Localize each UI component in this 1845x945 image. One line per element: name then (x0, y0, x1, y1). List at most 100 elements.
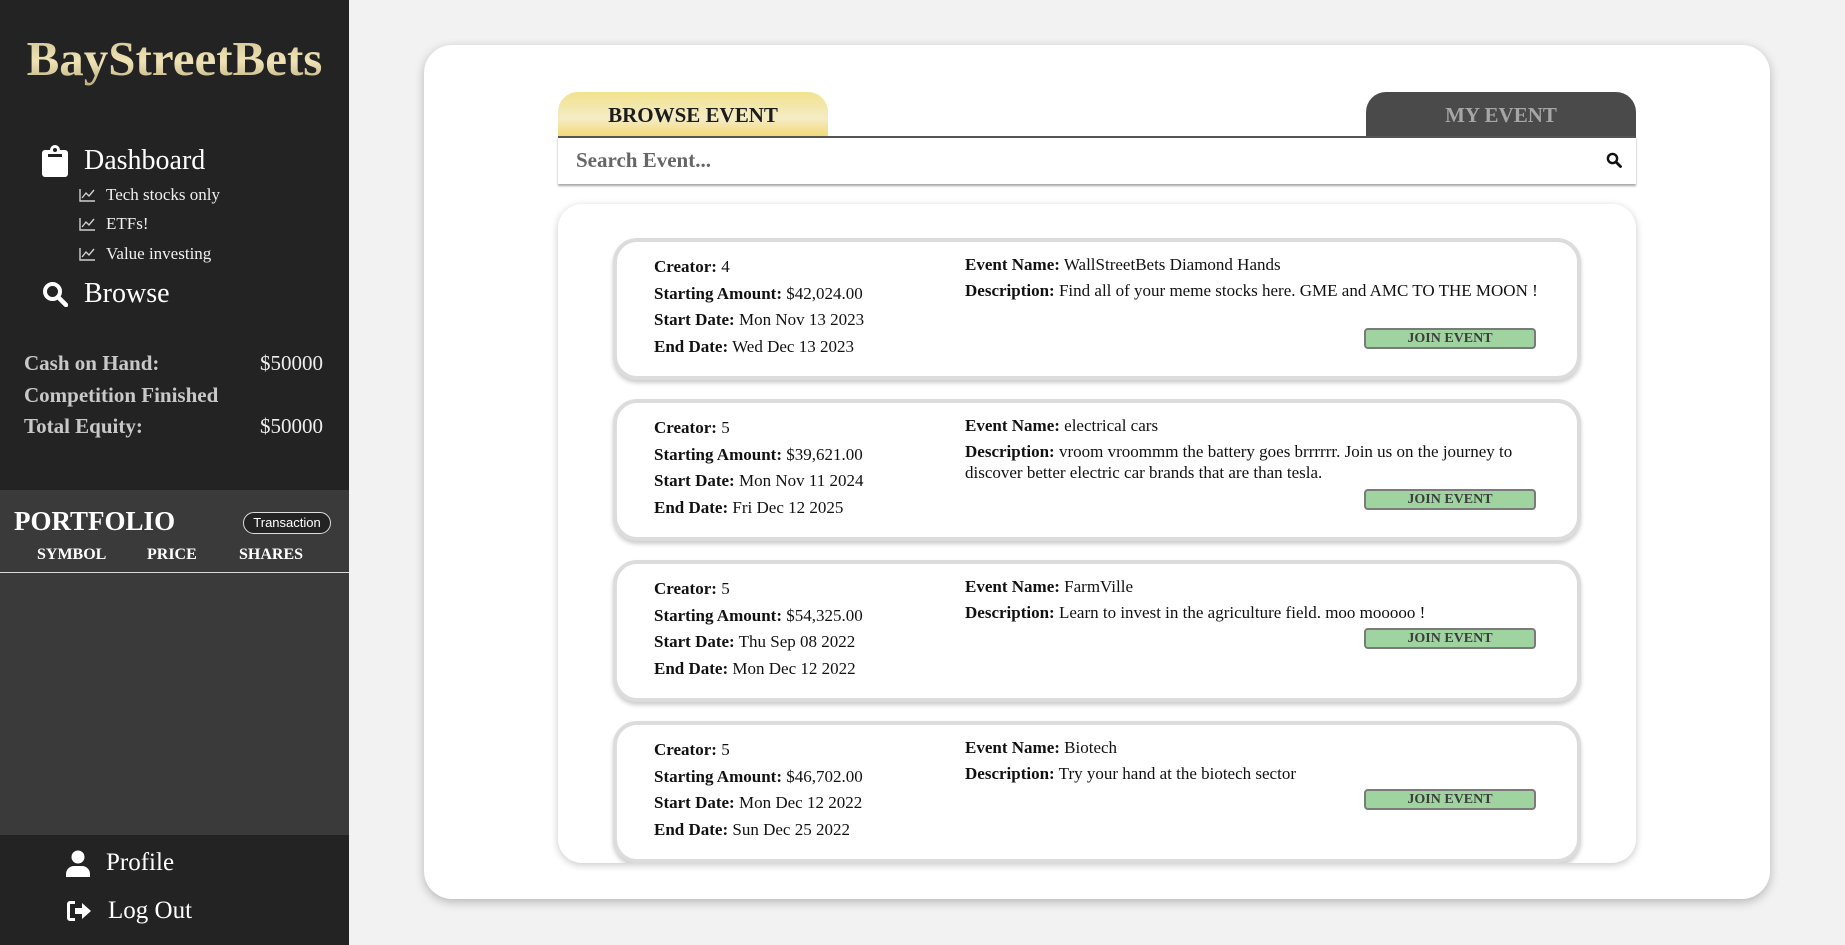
event-starting-amount: Starting Amount: $54,325.00 (654, 603, 944, 630)
starting-amount-value: $42,024.00 (786, 283, 863, 303)
event-creator: Creator: 4 (654, 254, 944, 281)
starting-amount-label: Starting Amount: (654, 283, 782, 303)
creator-label: Creator: (654, 418, 717, 437)
event-info: Event Name: WallStreetBets Diamond Hands… (965, 254, 1555, 306)
join-event-button[interactable]: JOIN EVENT (1364, 489, 1536, 510)
creator-value: 5 (721, 579, 730, 598)
creator-label: Creator: (654, 740, 717, 759)
nav-browse[interactable]: Browse (42, 278, 170, 310)
end-date-value: Wed Dec 13 2023 (732, 336, 854, 356)
search-bar (558, 136, 1636, 184)
nav-profile-label: Profile (106, 849, 175, 876)
end-date-value: Fri Dec 12 2025 (732, 497, 844, 517)
creator-value: 5 (721, 740, 730, 759)
search-input[interactable] (558, 138, 1568, 182)
column-price: PRICE (147, 546, 197, 563)
event-description: Description: Learn to invest in the agri… (965, 602, 1555, 623)
chart-line-icon (79, 248, 95, 261)
event-description: Description: Find all of your meme stock… (965, 280, 1555, 301)
event-info: Event Name: electrical cars Description:… (965, 415, 1555, 488)
start-date-value: Thu Sep 08 2022 (738, 632, 856, 651)
search-icon[interactable] (1606, 152, 1622, 173)
cash-value: $50000 (260, 351, 323, 375)
event-details: Creator: 5 Starting Amount: $39,621.00 S… (654, 415, 944, 521)
chart-line-icon (79, 218, 95, 231)
end-date-value: Mon Dec 12 2022 (732, 658, 856, 678)
nav-logout[interactable]: Log Out (66, 897, 192, 925)
event-end-date: End Date: Wed Dec 13 2023 (654, 334, 944, 361)
description-label: Description: (965, 764, 1055, 783)
sidebar-item-label: Tech stocks only (106, 185, 221, 204)
event-info: Event Name: Biotech Description: Try you… (965, 737, 1555, 789)
end-date-label: End Date: (654, 497, 729, 517)
event-name-value: WallStreetBets Diamond Hands (1063, 255, 1281, 274)
event-card: Creator: 5 Starting Amount: $39,621.00 S… (613, 399, 1581, 541)
creator-label: Creator: (654, 257, 717, 276)
nav-dashboard-label: Dashboard (84, 145, 206, 176)
join-event-button[interactable]: JOIN EVENT (1364, 628, 1536, 649)
chart-line-icon (79, 189, 95, 202)
event-end-date: End Date: Fri Dec 12 2025 (654, 495, 944, 522)
nav-logout-label: Log Out (108, 897, 193, 924)
join-event-button[interactable]: JOIN EVENT (1364, 789, 1536, 810)
column-symbol: SYMBOL (37, 546, 107, 563)
description-label: Description: (965, 281, 1055, 300)
event-details: Creator: 4 Starting Amount: $42,024.00 S… (654, 254, 944, 360)
nav-dashboard[interactable]: Dashboard (42, 145, 205, 177)
event-end-date: End Date: Sun Dec 25 2022 (654, 817, 944, 844)
join-event-button[interactable]: JOIN EVENT (1364, 328, 1536, 349)
event-name-value: Biotech (1064, 738, 1118, 757)
end-date-label: End Date: (654, 336, 729, 356)
starting-amount-value: $39,621.00 (786, 444, 863, 464)
event-name-label: Event Name: (965, 416, 1060, 435)
clipboard-icon (42, 145, 68, 177)
start-date-value: Mon Dec 12 2022 (738, 793, 863, 812)
sidebar-item-label: Value investing (106, 244, 212, 263)
brand-logo[interactable]: BayStreetBets (0, 30, 349, 87)
nav-profile[interactable]: Profile (66, 849, 174, 877)
equity-value: $50000 (260, 414, 323, 438)
event-creator: Creator: 5 (654, 737, 944, 764)
creator-value: 4 (721, 257, 730, 276)
event-info: Event Name: FarmVille Description: Learn… (965, 576, 1555, 628)
creator-value: 5 (721, 418, 730, 437)
tab-my-event[interactable]: MY EVENT (1366, 92, 1636, 136)
start-date-value: Mon Nov 11 2024 (738, 471, 864, 490)
description-value: Find all of your meme stocks here. GME a… (1058, 281, 1538, 300)
event-list: Creator: 4 Starting Amount: $42,024.00 S… (558, 204, 1636, 863)
event-name-label: Event Name: (965, 738, 1060, 757)
event-name-label: Event Name: (965, 577, 1060, 596)
event-name-label: Event Name: (965, 255, 1060, 274)
creator-label: Creator: (654, 579, 717, 598)
total-equity: Total Equity: $50000 (24, 414, 323, 439)
transaction-button[interactable]: Transaction (243, 512, 331, 534)
cash-on-hand: Cash on Hand: $50000 (24, 351, 323, 376)
event-start-date: Start Date: Mon Nov 11 2024 (654, 468, 944, 495)
tab-browse-event[interactable]: BROWSE EVENT (558, 92, 828, 136)
column-shares: SHARES (239, 546, 304, 563)
event-creator: Creator: 5 (654, 415, 944, 442)
sidebar: BayStreetBets Dashboard Tech stocks only… (0, 0, 349, 945)
end-date-label: End Date: (654, 658, 729, 678)
start-date-value: Mon Nov 13 2023 (738, 310, 865, 329)
start-date-label: Start Date: (654, 632, 735, 651)
user-icon (66, 850, 90, 877)
event-name: Event Name: electrical cars (965, 415, 1555, 436)
event-name: Event Name: FarmVille (965, 576, 1555, 597)
end-date-label: End Date: (654, 819, 729, 839)
sidebar-item-label: ETFs! (106, 214, 149, 233)
end-date-value: Sun Dec 25 2022 (732, 819, 850, 839)
nav-browse-label: Browse (84, 278, 170, 309)
event-card: Creator: 5 Starting Amount: $54,325.00 S… (613, 560, 1581, 702)
sidebar-item-etfs[interactable]: ETFs! (79, 214, 149, 234)
event-starting-amount: Starting Amount: $39,621.00 (654, 442, 944, 469)
competition-status: Competition Finished (24, 383, 219, 407)
starting-amount-label: Starting Amount: (654, 444, 782, 464)
sidebar-item-tech-stocks[interactable]: Tech stocks only (79, 185, 220, 205)
divider (0, 572, 349, 573)
description-value: Learn to invest in the agriculture field… (1058, 603, 1426, 622)
event-starting-amount: Starting Amount: $42,024.00 (654, 281, 944, 308)
sign-out-icon (67, 901, 91, 921)
sidebar-item-value-investing[interactable]: Value investing (79, 244, 211, 264)
event-start-date: Start Date: Thu Sep 08 2022 (654, 629, 944, 656)
